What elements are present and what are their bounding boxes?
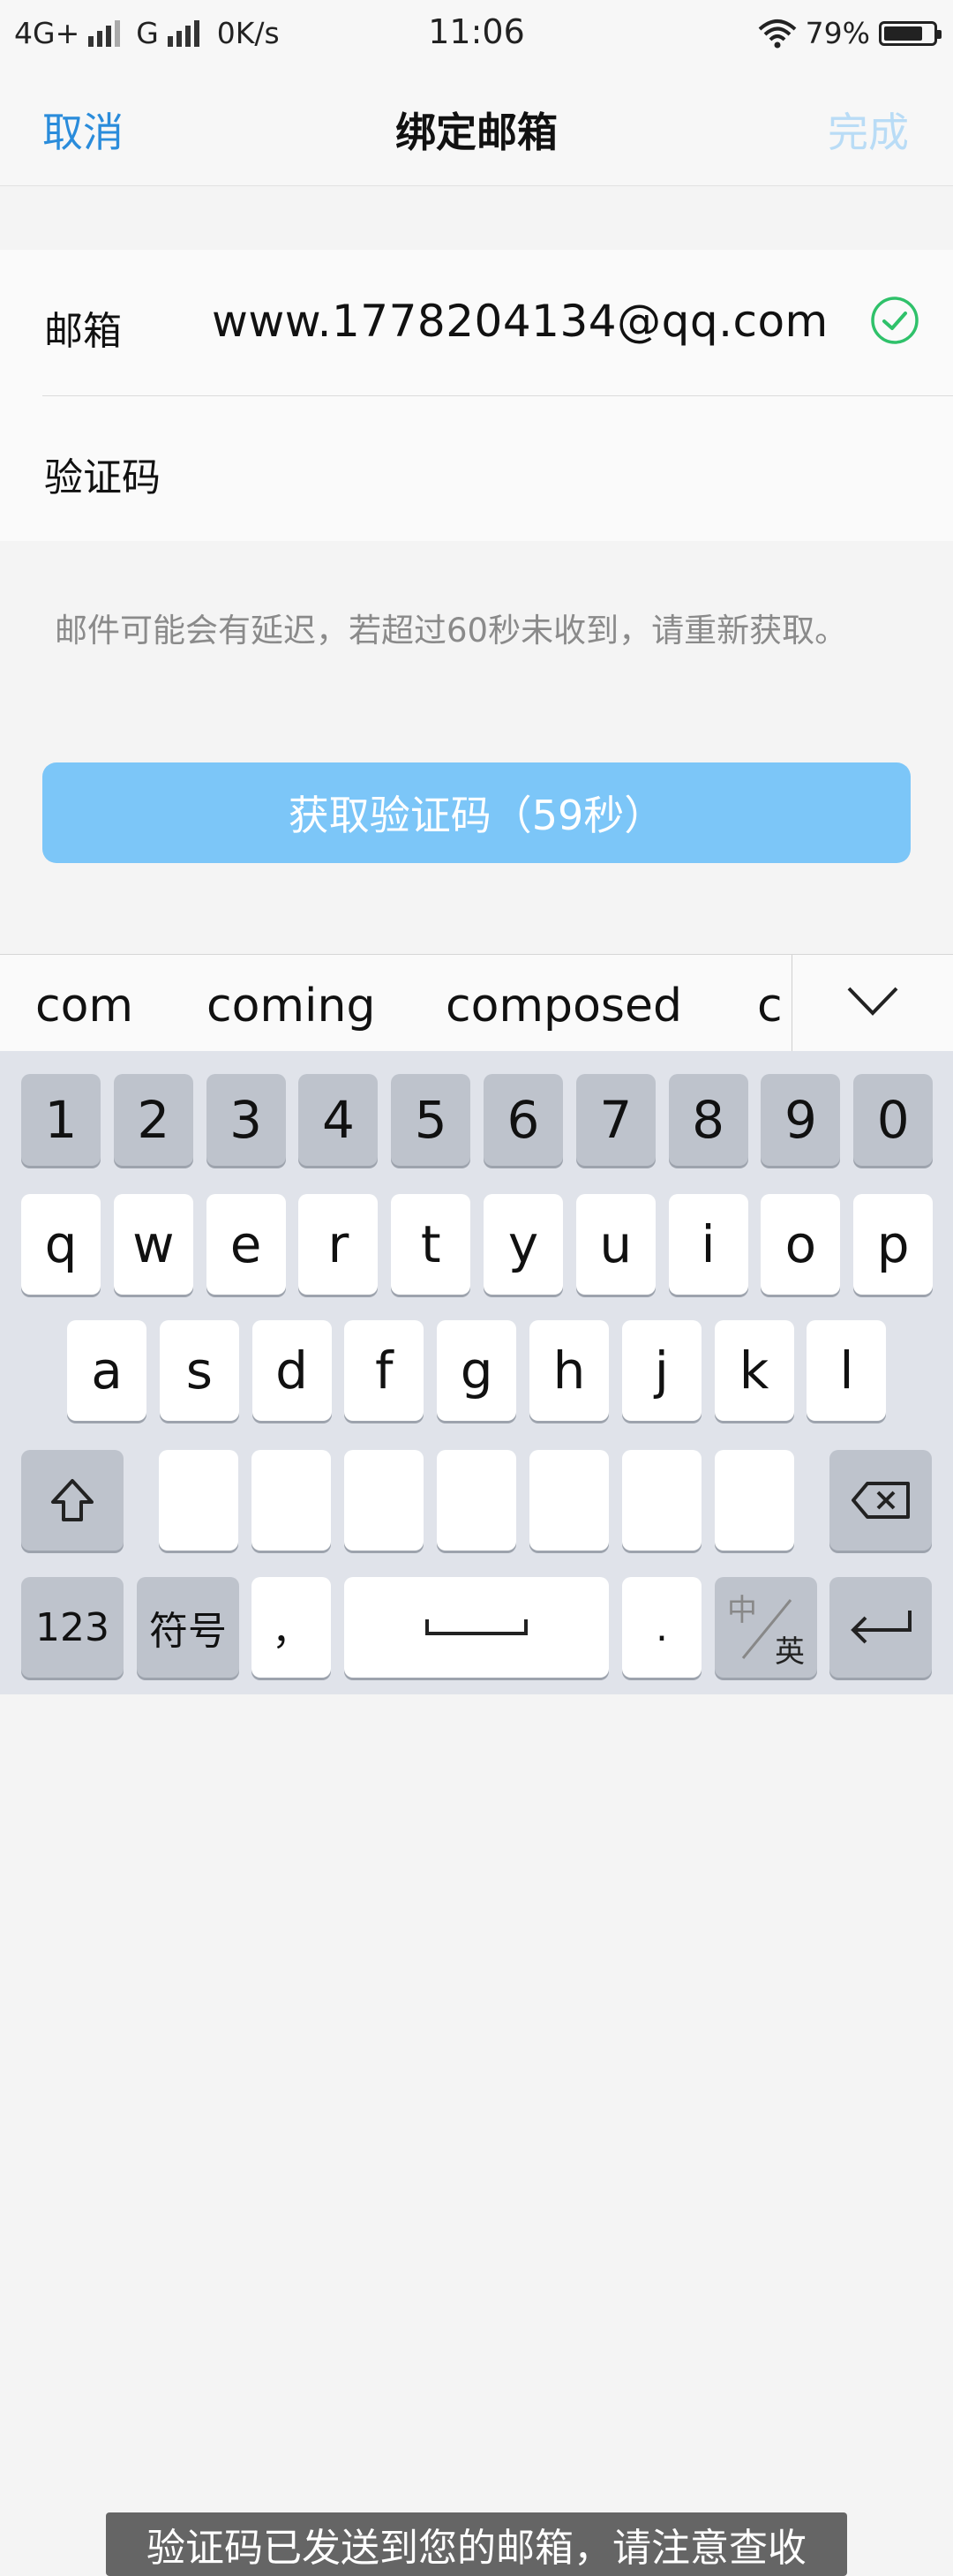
key-f[interactable]: f (344, 1320, 424, 1421)
key-g[interactable]: g (437, 1320, 517, 1421)
letter-key-hidden[interactable] (622, 1450, 702, 1551)
code-row[interactable]: 验证码 (0, 396, 953, 542)
suggestion-item[interactable]: c (757, 980, 783, 1033)
space-icon (425, 1619, 528, 1635)
email-row[interactable]: 邮箱 www.1778204134@qq.com (0, 250, 953, 396)
suggestion-item[interactable]: com (35, 980, 133, 1033)
battery-percent: 79% (805, 16, 870, 50)
letter-key-hidden[interactable] (344, 1450, 424, 1551)
key-j[interactable]: j (621, 1320, 702, 1421)
key-i[interactable]: i (668, 1194, 748, 1295)
key-2[interactable]: 2 (113, 1074, 193, 1166)
shift-icon (51, 1479, 94, 1521)
wifi-icon (758, 19, 796, 48)
key-y[interactable]: y (484, 1194, 563, 1295)
shift-key[interactable] (21, 1450, 124, 1551)
key-p[interactable]: p (853, 1194, 934, 1295)
email-input[interactable]: www.1778204134@qq.com (212, 296, 829, 347)
done-button[interactable]: 完成 (828, 101, 909, 159)
key-t[interactable]: t (391, 1194, 471, 1295)
enter-icon (851, 1611, 912, 1644)
space-key[interactable] (344, 1577, 609, 1678)
numbers-key[interactable]: 123 (21, 1577, 124, 1678)
key-6[interactable]: 6 (484, 1074, 563, 1166)
key-0[interactable]: 0 (853, 1074, 934, 1166)
delay-hint: 邮件可能会有延迟，若超过60秒未收到，请重新获取。 (55, 612, 848, 650)
key-a[interactable]: a (67, 1320, 146, 1421)
suggestion-item[interactable]: composed (446, 980, 682, 1033)
key-s[interactable]: s (159, 1320, 239, 1421)
enter-key[interactable] (829, 1577, 932, 1678)
check-circle-icon (871, 297, 919, 344)
bind-email-form: 邮箱 www.1778204134@qq.com 验证码 (0, 250, 953, 541)
status-bar: 4G+ G 0K/s 11:06 79% (0, 0, 953, 67)
key-h[interactable]: h (529, 1320, 609, 1421)
key-o[interactable]: o (761, 1194, 841, 1295)
page-title: 绑定邮箱 (395, 109, 558, 156)
letter-key-hidden[interactable] (437, 1450, 516, 1551)
letter-key-hidden[interactable] (159, 1450, 238, 1551)
comma-key[interactable]: ， (251, 1577, 331, 1678)
key-3[interactable]: 3 (206, 1074, 286, 1166)
key-5[interactable]: 5 (391, 1074, 471, 1166)
key-e[interactable]: e (206, 1194, 286, 1295)
battery-fill (884, 26, 922, 41)
key-4[interactable]: 4 (298, 1074, 379, 1166)
letter-key-hidden[interactable] (529, 1450, 609, 1551)
period-key[interactable]: . (622, 1577, 702, 1678)
suggestion-bar: com coming composed c (0, 954, 953, 1052)
email-label: 邮箱 (44, 309, 122, 354)
lang-en: 英 (775, 1634, 805, 1670)
key-9[interactable]: 9 (761, 1074, 841, 1166)
get-code-button[interactable]: 获取验证码（59秒） (42, 762, 911, 863)
nav-bar: 取消 绑定邮箱 完成 (0, 67, 953, 186)
key-q[interactable]: q (21, 1194, 101, 1295)
key-7[interactable]: 7 (575, 1074, 656, 1166)
keyboard: 1234567890 qwertyuiop asdfghjkl 123 符号 ，… (0, 1051, 953, 2576)
backspace-icon (852, 1482, 910, 1519)
key-r[interactable]: r (298, 1194, 379, 1295)
key-1[interactable]: 1 (21, 1074, 101, 1166)
key-l[interactable]: l (807, 1320, 887, 1421)
language-toggle-key[interactable]: 中 英 (715, 1577, 817, 1678)
key-d[interactable]: d (251, 1320, 332, 1421)
letter-key-hidden[interactable] (251, 1450, 331, 1551)
code-label: 验证码 (44, 455, 161, 500)
battery-icon (879, 20, 942, 46)
chevron-down-icon[interactable] (845, 981, 900, 1020)
backspace-key[interactable] (829, 1450, 932, 1551)
letter-key-hidden[interactable] (715, 1450, 794, 1551)
suggestion-item[interactable]: coming (206, 980, 375, 1033)
key-8[interactable]: 8 (668, 1074, 748, 1166)
symbols-key[interactable]: 符号 (137, 1577, 239, 1678)
key-k[interactable]: k (714, 1320, 794, 1421)
toast-message: 验证码已发送到您的邮箱，请注意查收 (106, 2512, 847, 2576)
key-w[interactable]: w (113, 1194, 193, 1295)
key-u[interactable]: u (575, 1194, 656, 1295)
